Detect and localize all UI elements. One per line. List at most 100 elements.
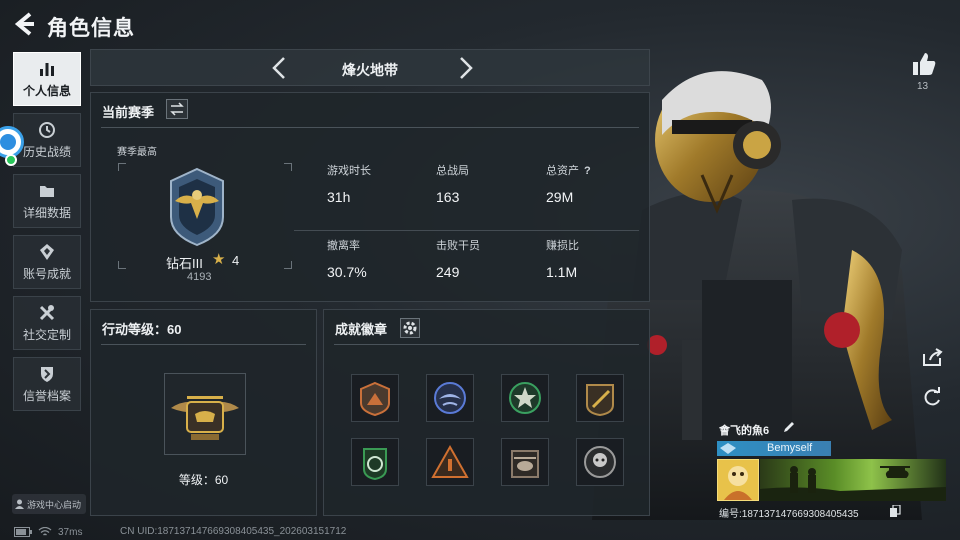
wifi-status-icon [5, 154, 17, 166]
stat-label: 撤离率 [327, 240, 360, 252]
refresh-icon[interactable] [921, 386, 943, 408]
sidebar-item-label: 历史战绩 [22, 144, 71, 159]
achievement-badge[interactable] [351, 374, 399, 422]
swap-season-button[interactable] [166, 99, 188, 119]
divider [334, 344, 639, 345]
stat-extraction-rate: 撤离率 30.7% [327, 237, 367, 280]
achievement-badge[interactable] [351, 438, 399, 486]
sidebar-item-label: 账号成就 [22, 266, 71, 281]
avatar-image [724, 466, 752, 500]
stat-label: 总战局 [436, 165, 469, 177]
sidebar-item-achievements[interactable]: 账号成就 [13, 235, 81, 289]
achievement-badge[interactable] [501, 438, 549, 486]
season-best-label: 赛季最高 [117, 147, 157, 158]
achievement-badge[interactable] [576, 438, 624, 486]
achievements-panel: 成就徽章 [323, 309, 650, 516]
season-title: 当前赛季 [102, 105, 155, 120]
helicopter-wings-emblem-icon [171, 396, 239, 440]
achievement-badge[interactable] [426, 374, 474, 422]
stat-value: 29M [546, 189, 574, 205]
stat-total-assets: 总资产? 29M [546, 162, 591, 205]
game-center-label: 游戏中心启动 [27, 499, 82, 510]
rank-points: 4193 [187, 271, 212, 283]
header: 角色信息 [0, 0, 960, 50]
back-arrow-icon[interactable] [10, 10, 38, 38]
achievement-badge[interactable] [576, 374, 624, 422]
divider [101, 127, 639, 128]
assistant-icon [0, 134, 16, 150]
helicopter-badge-icon [511, 450, 539, 478]
mountain-badge-icon [360, 381, 390, 417]
achievement-badge[interactable] [426, 438, 474, 486]
stat-label: 赚损比 [546, 240, 579, 252]
sidebar-item-label: 详细数据 [22, 205, 71, 220]
player-name: 會飞的魚6 [719, 425, 770, 437]
map-name: 烽火地带 [342, 62, 398, 78]
sidebar-item-personal-info[interactable]: 个人信息 [13, 52, 81, 106]
clock-icon [39, 121, 55, 138]
level-text: 等级：60 [178, 473, 229, 487]
stat-value: 249 [436, 264, 460, 280]
folder-icon [40, 185, 54, 197]
user-icon [15, 499, 24, 509]
stat-label: 总资产 [546, 165, 579, 177]
stat-play-time: 游戏时长 31h [327, 162, 371, 205]
rank-star-count: 4 [232, 253, 240, 268]
sidebar-item-social-custom[interactable]: 社交定制 [13, 296, 81, 350]
star-badge-icon [509, 382, 541, 414]
skull-badge-icon [584, 446, 616, 478]
bar-chart-icon [40, 62, 54, 76]
player-tag-text: Bemyself [767, 442, 813, 454]
achievements-title: 成就徽章 [335, 322, 388, 337]
game-center-launch[interactable]: 游戏中心启动 [12, 494, 86, 514]
battery-icon [14, 527, 32, 537]
status-bar: 37ms [14, 525, 82, 539]
stat-label: 击败干员 [436, 240, 480, 252]
stat-operators-defeated: 击败干员 249 [436, 237, 480, 280]
chevron-right-icon[interactable] [451, 54, 479, 82]
gear-icon [403, 321, 417, 335]
soldiers-banner-image [760, 466, 946, 501]
season-panel: 当前赛季 赛季最高 钻石III ★ 4 4193 游戏时长 31h 总战局 16… [90, 92, 650, 302]
uid-line: CN UID:18713714766930840543​5_2026031517… [120, 526, 347, 537]
level-badge [164, 373, 246, 455]
divider [294, 230, 639, 231]
page-title: 角色信息 [47, 17, 135, 40]
like-count: 13 [917, 81, 929, 92]
stat-label: 游戏时长 [327, 165, 371, 177]
thumbs-up-icon[interactable] [910, 50, 938, 78]
stat-value: 31h [327, 189, 351, 205]
player-id: 编号:18713714766930840543​5 [719, 509, 859, 520]
sidebar-item-label: 社交定制 [22, 327, 71, 342]
edit-pencil-icon[interactable] [782, 420, 796, 434]
divider [101, 344, 306, 345]
sidebar-item-label: 信誉档案 [22, 388, 71, 403]
sidebar: 个人信息 历史战绩 详细数据 账号成就 社交定制 信誉档案 [13, 52, 81, 418]
sidebar-item-label: 个人信息 [22, 83, 71, 98]
copy-icon[interactable] [890, 505, 901, 517]
achievement-settings-button[interactable] [400, 318, 420, 338]
stat-value: 1.1M [546, 264, 578, 280]
leaf-badge-icon [363, 448, 387, 481]
eagle-badge-icon [434, 382, 466, 414]
map-selector: 烽火地带 [90, 49, 650, 86]
stat-profit-loss-ratio: 赚损比 1.1M [546, 237, 579, 280]
star-icon: ★ [212, 251, 226, 268]
medal-icon [40, 243, 54, 260]
action-level-panel: 行动等级：60 等级：60 [90, 309, 317, 516]
diamond-rank-emblem-icon [170, 167, 224, 247]
sidebar-item-detailed-data[interactable]: 详细数据 [13, 174, 81, 228]
share-icon[interactable] [921, 346, 943, 368]
sidebar-item-reputation[interactable]: 信誉档案 [13, 357, 81, 411]
swap-icon [170, 102, 184, 116]
achievement-badge[interactable] [501, 374, 549, 422]
help-icon[interactable]: ? [584, 165, 591, 177]
stat-total-matches: 总战局 163 [436, 162, 469, 205]
player-tag: Bemyself [717, 441, 831, 456]
action-level-title: 行动等级：60 [102, 322, 182, 337]
sword-badge-icon [586, 384, 614, 417]
tools-icon [39, 304, 55, 320]
stat-value: 163 [436, 189, 460, 205]
ping-value: 37ms [58, 526, 83, 538]
player-avatar[interactable] [717, 459, 759, 501]
